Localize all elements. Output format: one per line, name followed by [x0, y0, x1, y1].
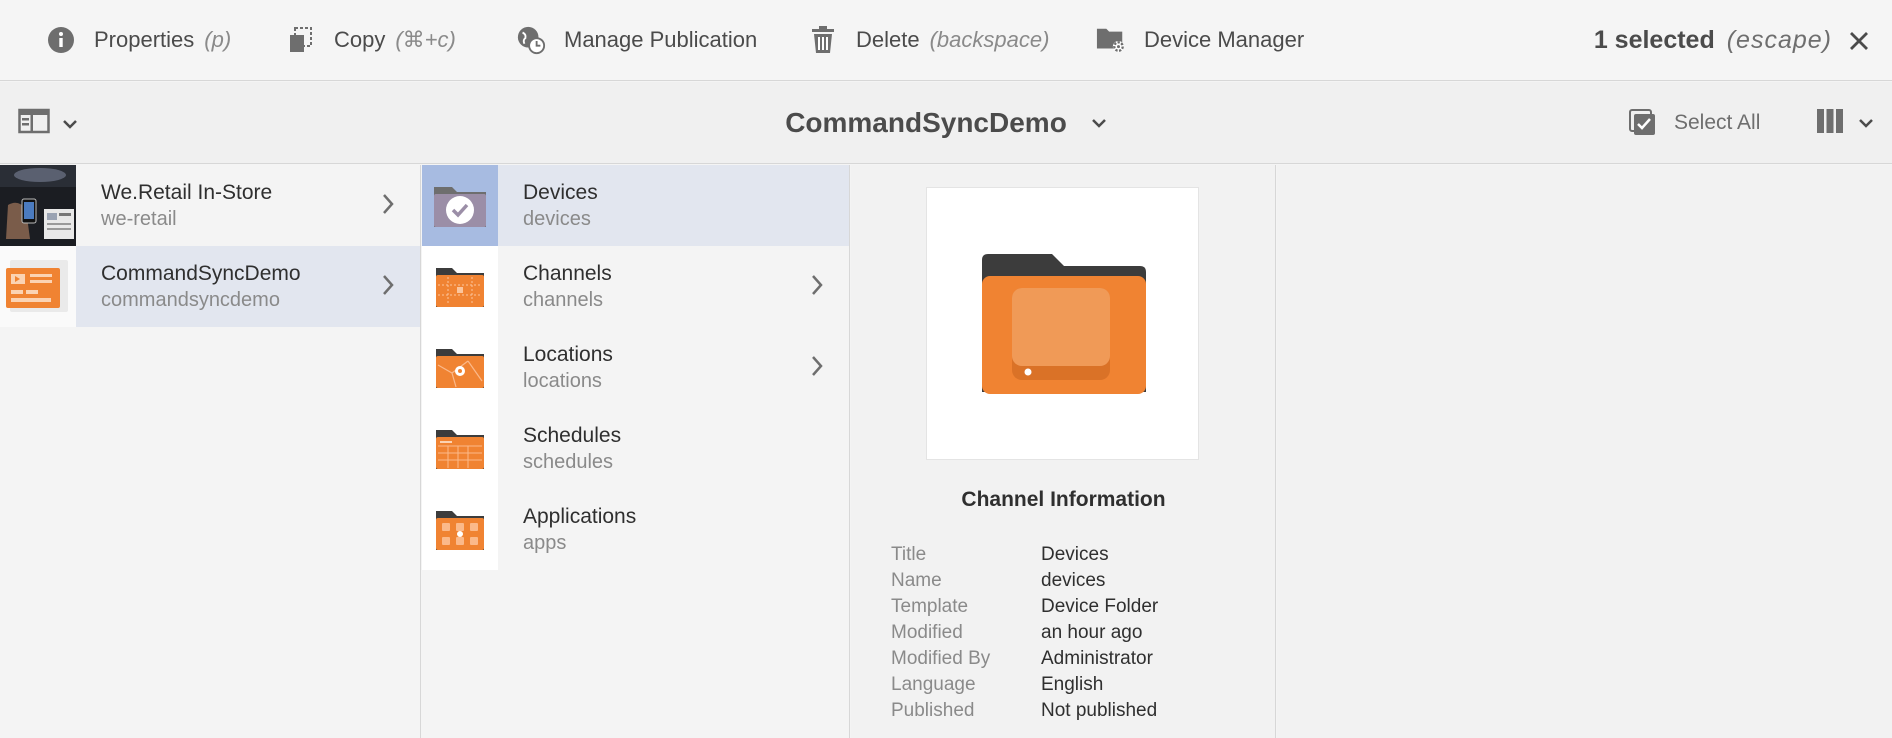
close-icon[interactable]: [1848, 30, 1870, 52]
chevron-down-icon: [62, 119, 78, 129]
item-title: CommandSyncDemo: [101, 261, 301, 285]
metadata-list: Title Devices Name devices Template Device …: [891, 542, 1158, 724]
list-item-commandsyncdemo[interactable]: CommandSyncDemo commandsyncdemo: [0, 246, 420, 327]
item-title: We.Retail In-Store: [101, 180, 273, 204]
device-manager-button[interactable]: Device Manager: [1096, 0, 1304, 81]
select-all-icon: [1628, 108, 1658, 138]
devices-thumbnail: [422, 165, 498, 246]
rail-toggle-button[interactable]: [18, 108, 78, 139]
properties-button[interactable]: Properties (p): [46, 0, 231, 81]
chevron-right-icon: [382, 274, 394, 296]
meta-value: an hour ago: [1041, 622, 1143, 643]
delete-label: Delete: [856, 27, 920, 52]
list-item-channels[interactable]: Channels channels: [422, 246, 849, 327]
copy-label: Copy: [334, 27, 386, 52]
meta-row-template: Template Device Folder: [891, 594, 1158, 620]
selection-status: 1 selected (escape): [1594, 0, 1870, 81]
list-item-locations[interactable]: Locations locations: [422, 327, 849, 408]
meta-key: Language: [891, 674, 976, 695]
chevron-right-icon: [811, 355, 823, 377]
large-folder-icon: [981, 253, 1146, 394]
item-name: commandsyncdemo: [101, 288, 280, 311]
meta-key: Template: [891, 596, 969, 617]
schedules-folder-icon: [422, 408, 498, 489]
column-sites: We.Retail In-Store we-retail CommandSync: [0, 165, 421, 738]
selected-count: 1 selected: [1593, 26, 1715, 54]
item-title: Applications: [523, 504, 637, 528]
folder-gear-icon: [1096, 25, 1126, 55]
sidebar-icon: [18, 108, 50, 139]
page-title: CommandSyncDemo: [785, 107, 1067, 138]
item-title: Schedules: [523, 423, 622, 447]
meta-row-title: Title Devices: [891, 542, 1158, 568]
channels-folder-icon: [422, 246, 498, 327]
column-preview: Channel Information Title Devices Name dev…: [851, 165, 1276, 738]
meta-value: Not published: [1041, 700, 1158, 721]
item-title: Channels: [523, 261, 612, 285]
meta-row-name: Name devices: [891, 568, 1158, 594]
escape-hint: (escape): [1726, 26, 1832, 54]
select-all-button[interactable]: Select All: [1628, 82, 1760, 164]
item-name: schedules: [523, 450, 614, 473]
meta-row-modified: Modified an hour ago: [891, 620, 1158, 646]
copy-icon: [286, 25, 316, 55]
item-title: Devices: [523, 180, 598, 204]
list-item-we-retail[interactable]: We.Retail In-Store we-retail: [0, 165, 420, 246]
item-name: devices: [523, 207, 591, 230]
globe-clock-icon: [516, 25, 546, 55]
title-bar: CommandSyncDemo Select All: [0, 82, 1892, 164]
info-icon: [46, 25, 76, 55]
chevron-right-icon: [382, 193, 394, 215]
meta-value: devices: [1041, 570, 1106, 591]
chevron-right-icon: [811, 274, 823, 296]
copy-shortcut: (⌘+c): [395, 27, 456, 52]
meta-key: Modified: [891, 622, 963, 643]
item-name: we-retail: [101, 207, 177, 230]
commandsyncdemo-thumbnail: [0, 246, 76, 327]
item-name: channels: [523, 288, 604, 311]
meta-row-modified-by: Modified By Administrator: [891, 646, 1158, 672]
delete-shortcut: (backspace): [929, 27, 1050, 52]
title-chevron-down-icon[interactable]: [1091, 118, 1107, 128]
trash-icon: [808, 25, 838, 55]
view-chevron-down-icon: [1858, 118, 1874, 128]
meta-key: Name: [891, 570, 942, 591]
meta-value: Administrator: [1041, 648, 1153, 669]
action-bar: Properties (p) Copy (⌘+c) Manage Publica…: [0, 0, 1892, 81]
properties-shortcut: (p): [204, 27, 232, 52]
item-title: Locations: [523, 342, 613, 366]
view-switcher[interactable]: [1816, 82, 1874, 164]
delete-button[interactable]: Delete (backspace): [808, 0, 1049, 81]
meta-value: English: [1041, 674, 1104, 695]
manage-publication-button[interactable]: Manage Publication: [516, 0, 757, 81]
properties-label: Properties: [94, 27, 195, 52]
item-name: apps: [523, 531, 567, 554]
meta-key: Title: [891, 544, 927, 565]
item-name: locations: [523, 369, 602, 392]
device-manager-label: Device Manager: [1144, 27, 1305, 52]
column-view-icon: [1816, 108, 1844, 139]
meta-value: Devices: [1041, 544, 1109, 565]
copy-button[interactable]: Copy (⌘+c): [286, 0, 456, 81]
meta-key: Modified By: [891, 648, 991, 669]
meta-value: Device Folder: [1041, 596, 1159, 617]
preview-card: [926, 187, 1199, 460]
column-folders: Devices devices Channels channels Locati…: [422, 165, 850, 738]
we-retail-thumbnail: [0, 165, 76, 246]
manage-publication-label: Manage Publication: [564, 27, 758, 52]
page-title-wrap: CommandSyncDemo: [0, 82, 1892, 164]
locations-folder-icon: [422, 327, 498, 408]
channel-information-heading: Channel Information: [961, 488, 1166, 511]
list-item-applications[interactable]: Applications apps: [422, 489, 849, 570]
list-item-devices[interactable]: Devices devices: [422, 165, 849, 246]
applications-folder-icon: [422, 489, 498, 570]
meta-row-language: Language English: [891, 672, 1158, 698]
select-all-label: Select All: [1674, 111, 1761, 134]
meta-row-published: Published Not published: [891, 698, 1158, 724]
meta-key: Published: [891, 700, 975, 721]
column-empty: [1277, 165, 1892, 738]
list-item-schedules[interactable]: Schedules schedules: [422, 408, 849, 489]
